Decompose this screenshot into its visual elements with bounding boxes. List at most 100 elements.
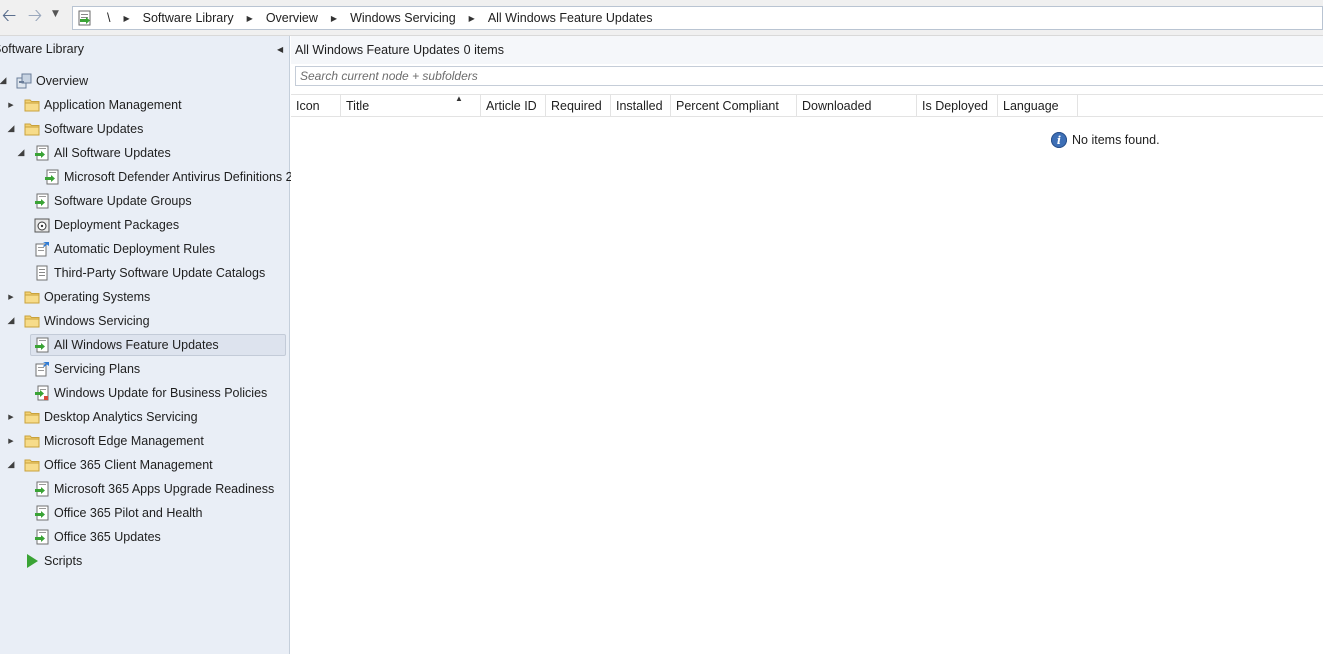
tree-item-label: Microsoft 365 Apps Upgrade Readiness — [54, 482, 275, 496]
rule-icon — [34, 241, 54, 257]
results-header: All Windows Feature Updates 0 items — [291, 36, 1323, 64]
breadcrumb-separator-icon[interactable]: ▶ — [469, 14, 475, 23]
tree-item-overview[interactable]: Overview — [16, 70, 88, 92]
tree-item-software-update-groups[interactable]: Software Update Groups — [34, 190, 192, 212]
update-icon — [34, 145, 54, 161]
column-header-title[interactable]: ▲ Title — [341, 94, 481, 116]
breadcrumb-separator-icon[interactable]: ▶ — [247, 14, 253, 23]
rule-icon — [34, 361, 54, 377]
navigation-pane-title: Software Library — [0, 42, 85, 56]
tree-item-label: Microsoft Edge Management — [44, 434, 204, 448]
breadcrumb-windows-servicing[interactable]: Windows Servicing — [350, 11, 456, 25]
tree-item-office-365-updates[interactable]: Office 365 Updates — [34, 526, 161, 548]
collapse-pane-icon[interactable]: ◀ — [277, 45, 283, 54]
folder-icon — [24, 433, 44, 449]
tree-item-label: Overview — [36, 74, 89, 88]
tree-item-label: Office 365 Client Management — [44, 458, 213, 472]
results-title: All Windows Feature Updates — [295, 43, 460, 57]
tree-item-desktop-analytics-servicing[interactable]: Desktop Analytics Servicing — [24, 406, 198, 428]
tree-item-all-software-updates[interactable]: All Software Updates — [34, 142, 171, 164]
folder-icon — [24, 121, 44, 137]
column-header-article-id[interactable]: Article ID — [481, 95, 546, 116]
update-icon — [34, 529, 54, 545]
breadcrumb-software-library[interactable]: Software Library — [143, 11, 234, 25]
results-pane: All Windows Feature Updates 0 items Sear… — [291, 36, 1323, 654]
tree-item-microsoft-365-apps-upgrade-readiness[interactable]: Microsoft 365 Apps Upgrade Readiness — [34, 478, 274, 500]
tree-item-label: Desktop Analytics Servicing — [44, 410, 198, 424]
tree-item-label: Software Update Groups — [54, 194, 192, 208]
column-header-icon[interactable]: Icon — [291, 95, 341, 116]
tree-item-label: Application Management — [44, 98, 182, 112]
history-dropdown-icon[interactable]: ▼ — [52, 9, 59, 19]
collapsed-arrow-icon[interactable]: ▶ — [6, 292, 16, 302]
column-header-installed[interactable]: Installed — [611, 95, 671, 116]
tree-item-third-party-software-update-catalogs[interactable]: Third-Party Software Update Catalogs — [34, 262, 265, 284]
breadcrumb-overview[interactable]: Overview — [266, 11, 318, 25]
navigation-pane: Software Library ◀ ◢ Overview ▶ Application… — [0, 36, 293, 654]
collapsed-arrow-icon[interactable]: ▶ — [6, 412, 16, 422]
tree-item-all-windows-feature-updates[interactable]: All Windows Feature Updates — [30, 334, 286, 356]
navigation-toolbar: 🡠 🡢 ▼ \ ▶ Software Library ▶ Overview ▶ … — [0, 0, 1323, 36]
column-header-is-deployed[interactable]: Is Deployed — [917, 95, 998, 116]
expanded-arrow-icon[interactable]: ◢ — [6, 460, 16, 470]
expanded-arrow-icon[interactable]: ◢ — [6, 124, 16, 134]
tree-item-windows-update-for-business-policies[interactable]: Windows Update for Business Policies — [34, 382, 267, 404]
back-arrow-icon[interactable]: 🡠 — [0, 5, 20, 29]
breadcrumb-root[interactable]: \ — [107, 11, 110, 25]
tree-item-automatic-deployment-rules[interactable]: Automatic Deployment Rules — [34, 238, 215, 260]
tree-item-label: All Software Updates — [54, 146, 171, 160]
overview-icon — [16, 73, 36, 89]
tree-item-office-365-client-management[interactable]: Office 365 Client Management — [24, 454, 213, 476]
tree-item-servicing-plans[interactable]: Servicing Plans — [34, 358, 140, 380]
tree-item-microsoft-defender-antivirus-definitions-2[interactable]: Microsoft Defender Antivirus Definitions… — [44, 166, 293, 188]
sort-ascending-icon: ▲ — [455, 94, 463, 103]
tree-item-application-management[interactable]: Application Management — [24, 94, 182, 116]
column-header-downloaded[interactable]: Downloaded — [797, 95, 917, 116]
tree-item-operating-systems[interactable]: Operating Systems — [24, 286, 150, 308]
folder-icon — [24, 97, 44, 113]
breadcrumb-separator-icon[interactable]: ▶ — [123, 14, 129, 23]
column-header-required[interactable]: Required — [546, 95, 611, 116]
breadcrumb[interactable]: \ ▶ Software Library ▶ Overview ▶ Window… — [72, 6, 1323, 30]
grid-header: Icon ▲ Title Article ID Required Install… — [291, 94, 1323, 117]
expanded-arrow-icon[interactable]: ◢ — [0, 76, 8, 86]
column-header-percent-compliant[interactable]: Percent Compliant — [671, 95, 797, 116]
forward-arrow-icon[interactable]: 🡢 — [24, 5, 46, 29]
empty-message: No items found. — [1072, 133, 1160, 147]
search-input[interactable]: Search current node + subfolders — [295, 66, 1323, 86]
tree-item-label: Scripts — [44, 554, 83, 568]
expanded-arrow-icon[interactable]: ◢ — [16, 148, 26, 158]
tree-item-label: Third-Party Software Update Catalogs — [54, 266, 266, 280]
column-header-language[interactable]: Language — [998, 95, 1078, 116]
tree-item-label: Automatic Deployment Rules — [54, 242, 216, 256]
info-icon: i — [1051, 132, 1067, 148]
breadcrumb-all-windows-feature-updates[interactable]: All Windows Feature Updates — [488, 11, 653, 25]
tree-item-label: Operating Systems — [44, 290, 151, 304]
tree-item-label: Office 365 Pilot and Health — [54, 506, 203, 520]
update-icon — [34, 505, 54, 521]
column-header-title-label: Title — [346, 99, 370, 113]
tree-item-label: Deployment Packages — [54, 218, 180, 232]
collapsed-arrow-icon[interactable]: ▶ — [6, 100, 16, 110]
tree-item-label: Microsoft Defender Antivirus Definitions… — [64, 170, 293, 184]
tree-item-office-365-pilot-and-health[interactable]: Office 365 Pilot and Health — [34, 502, 202, 524]
software-library-icon — [78, 10, 91, 26]
update-icon — [34, 337, 54, 353]
folder-icon — [24, 409, 44, 425]
tree-item-deployment-packages[interactable]: Deployment Packages — [34, 214, 179, 236]
tree-item-label: Windows Servicing — [44, 314, 150, 328]
results-count: 0 items — [463, 43, 504, 57]
tree-item-label: Software Updates — [44, 122, 144, 136]
collapsed-arrow-icon[interactable]: ▶ — [6, 436, 16, 446]
update-icon — [34, 481, 54, 497]
folder-icon — [24, 289, 44, 305]
breadcrumb-separator-icon[interactable]: ▶ — [331, 14, 337, 23]
update-icon — [34, 193, 54, 209]
tree-item-microsoft-edge-management[interactable]: Microsoft Edge Management — [24, 430, 204, 452]
tree-item-label: Windows Update for Business Policies — [54, 386, 268, 400]
tree-item-windows-servicing[interactable]: Windows Servicing — [24, 310, 150, 332]
tree-item-scripts[interactable]: Scripts — [24, 550, 82, 572]
expanded-arrow-icon[interactable]: ◢ — [6, 316, 16, 326]
tree-item-software-updates[interactable]: Software Updates — [24, 118, 143, 140]
empty-state: i No items found. — [1051, 132, 1160, 148]
